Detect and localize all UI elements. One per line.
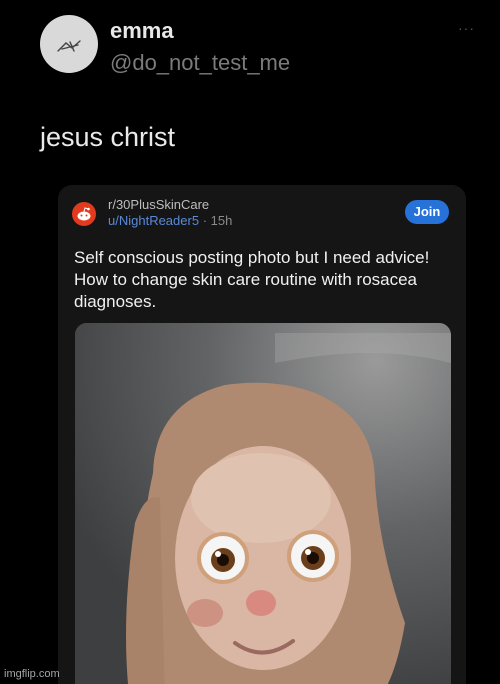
imgflip-watermark: imgflip.com — [4, 668, 60, 680]
subreddit-name[interactable]: r/30PlusSkinCare — [108, 197, 209, 212]
post-title[interactable]: Self conscious posting photo but I need … — [74, 247, 458, 313]
post-meta: u/NightReader5 · 15h — [108, 213, 232, 228]
more-options-icon[interactable]: ··· — [458, 20, 475, 36]
post-photo[interactable] — [75, 323, 451, 684]
user-handle[interactable]: @do_not_test_me — [110, 50, 290, 76]
post-age: 15h — [210, 213, 233, 228]
avatar-doodle-icon — [57, 40, 81, 52]
meta-separator: · — [202, 213, 208, 228]
post-author[interactable]: u/NightReader5 — [108, 213, 199, 228]
embedded-reddit-post[interactable]: r/30PlusSkinCare u/NightReader5 · 15h Jo… — [58, 185, 466, 684]
avatar[interactable] — [40, 15, 98, 73]
display-name[interactable]: emma — [110, 18, 174, 44]
edited-face-photo — [75, 323, 451, 684]
reddit-alien-icon — [72, 202, 96, 226]
join-button[interactable]: Join — [405, 200, 449, 224]
tweet-text: jesus christ — [40, 122, 176, 152]
